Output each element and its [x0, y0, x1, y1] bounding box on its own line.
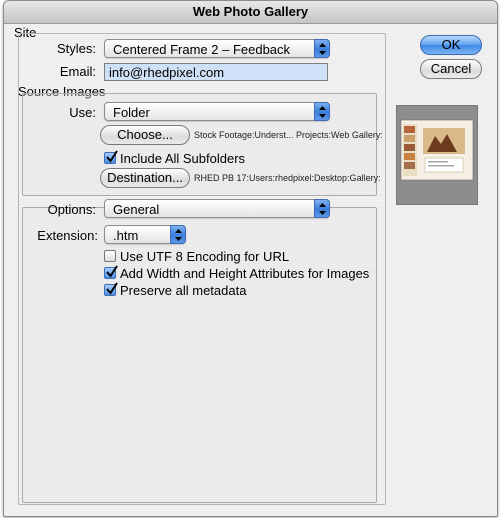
email-label: Email:	[59, 64, 96, 79]
preserve-metadata-checkbox[interactable]	[104, 282, 118, 296]
styles-label: Styles:	[56, 41, 96, 56]
popup-arrows-icon	[170, 225, 186, 244]
options-popup[interactable]: General	[104, 199, 330, 218]
extension-value: .htm	[113, 228, 139, 243]
choose-button[interactable]: Choose...	[100, 125, 190, 145]
options-value: General	[113, 202, 160, 217]
use-label: Use:	[69, 105, 96, 120]
choose-path: Stock Footage:Underst... Projects:Web Ga…	[194, 130, 383, 140]
extension-label: Extension:	[37, 228, 98, 243]
preserve-metadata-label: Preserve all metadata	[120, 283, 247, 298]
window-title: Web Photo Gallery	[4, 1, 497, 24]
destination-path: RHED PB 17:Users:rhedpixel:Desktop:Galle…	[194, 173, 381, 183]
ok-button[interactable]: OK	[420, 35, 482, 55]
destination-button[interactable]: Destination...	[100, 168, 190, 188]
gallery-thumbnail-icon	[400, 119, 474, 181]
use-value: Folder	[113, 105, 150, 120]
include-subfolders-label: Include All Subfolders	[120, 151, 246, 166]
popup-arrows-icon	[314, 102, 330, 121]
width-height-attributes-label: Add Width and Height Attributes for Imag…	[120, 266, 370, 281]
options-label: Options:	[47, 202, 96, 217]
cancel-button[interactable]: Cancel	[420, 59, 482, 79]
popup-arrows-icon	[314, 39, 330, 58]
checkmark-icon	[106, 282, 118, 295]
include-subfolders-checkbox[interactable]	[104, 150, 118, 164]
extension-popup[interactable]: .htm	[104, 225, 186, 244]
gallery-preview-image	[396, 105, 478, 205]
utf8-encoding-label: Use UTF 8 Encoding for URL	[120, 249, 290, 264]
styles-value: Centered Frame 2 – Feedback	[113, 42, 291, 57]
web-photo-gallery-dialog: Web Photo Gallery Site Styles: Centered …	[3, 0, 498, 517]
use-popup[interactable]: Folder	[104, 102, 330, 121]
width-height-attributes-checkbox[interactable]	[104, 265, 118, 279]
checkmark-icon	[106, 265, 118, 278]
utf8-encoding-checkbox[interactable]	[104, 250, 116, 262]
styles-popup[interactable]: Centered Frame 2 – Feedback	[104, 39, 330, 58]
checkmark-icon	[106, 150, 118, 163]
popup-arrows-icon	[314, 199, 330, 218]
email-field[interactable]: info@rhedpixel.com	[104, 63, 328, 81]
